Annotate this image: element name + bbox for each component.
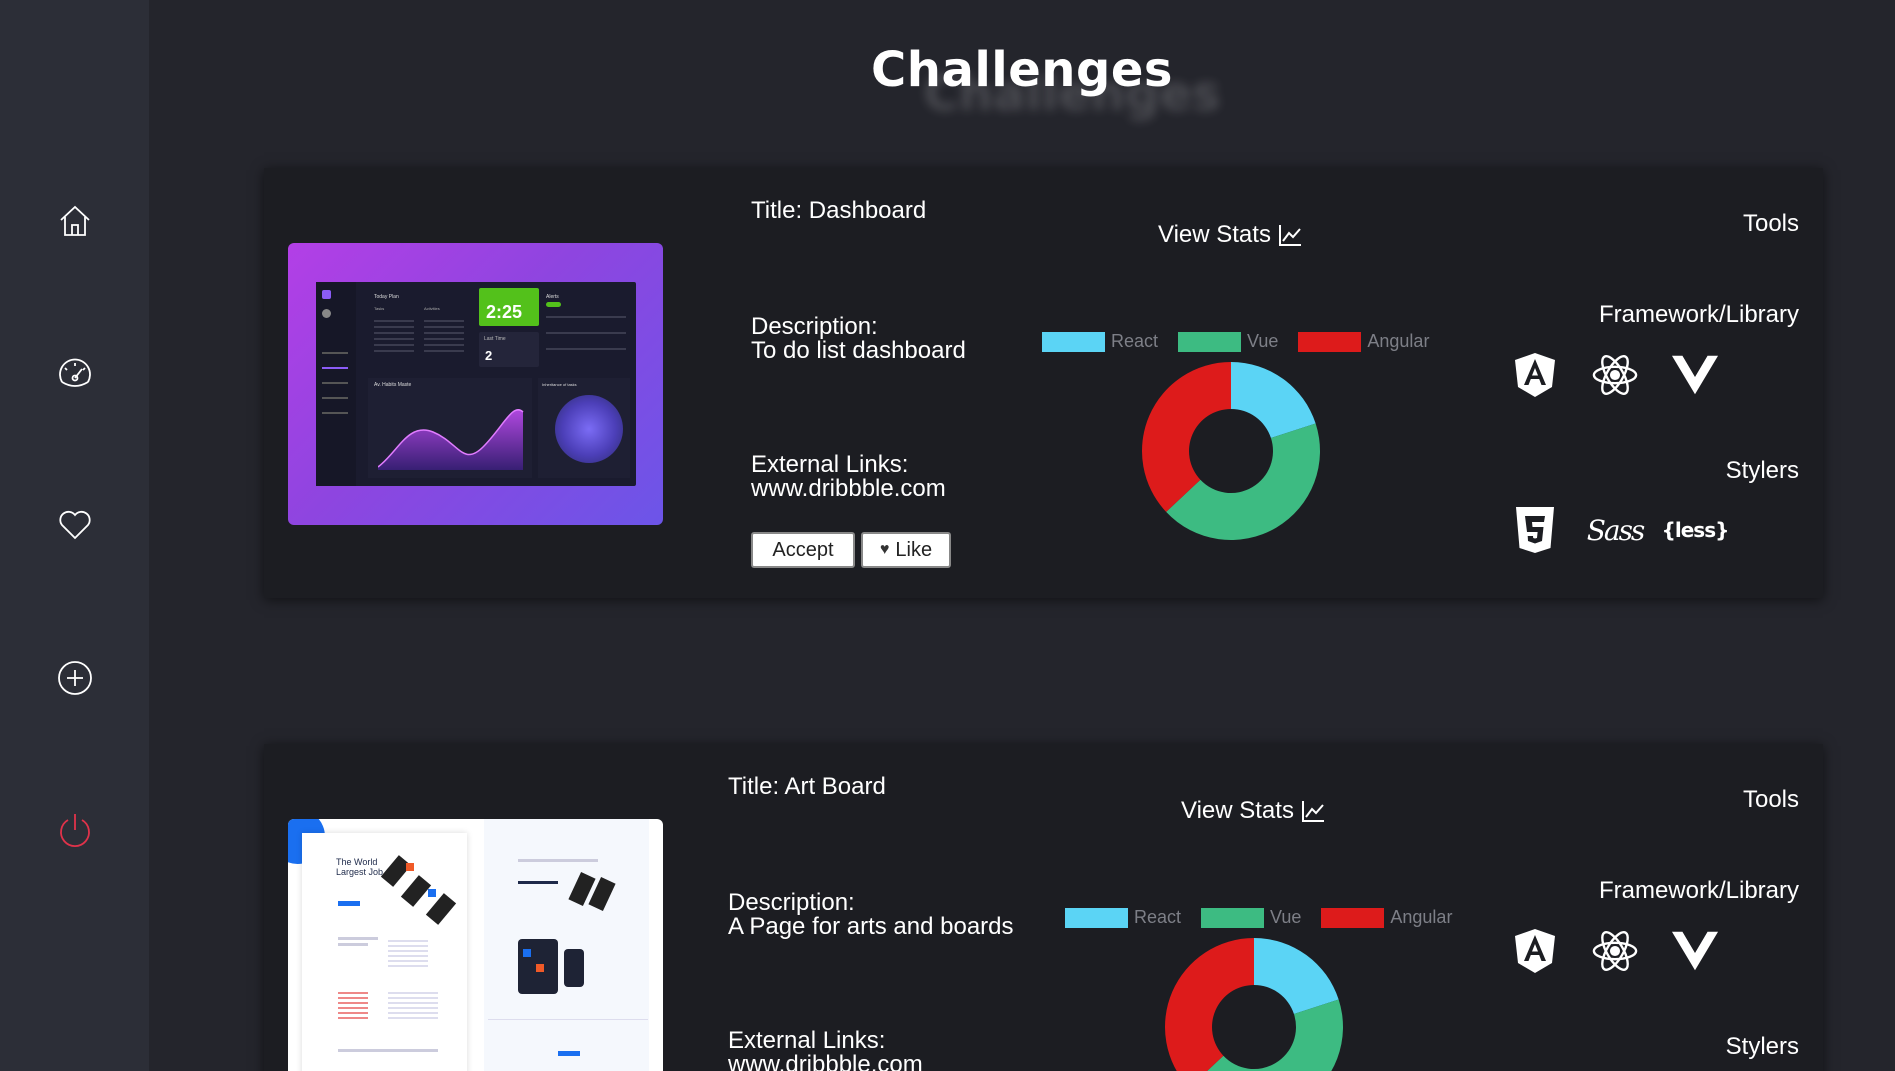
thumb-last-value: 2 xyxy=(485,348,493,363)
external-links-label: External Links: xyxy=(751,451,909,478)
description-label: Description: xyxy=(751,313,878,340)
less-icon: {less} xyxy=(1661,518,1730,542)
donut-chart xyxy=(1142,362,1320,540)
page-title: Challenges xyxy=(871,42,1173,98)
view-stats-label: View Stats xyxy=(1158,221,1271,248)
legend-swatch-vue xyxy=(1178,331,1242,352)
line-chart-icon xyxy=(1301,801,1324,822)
legend-label-angular: Angular xyxy=(1390,907,1453,927)
challenge-card: The World Largest Job App Title: Art Boa… xyxy=(264,744,1823,1071)
legend-swatch-angular xyxy=(1321,907,1385,928)
thumb-today-plan: Today Plan xyxy=(374,294,399,300)
legend-swatch-react xyxy=(1065,907,1128,928)
stylers-heading: Stylers xyxy=(1725,1033,1799,1060)
legend-label-vue: Vue xyxy=(1247,331,1279,351)
donut-slice-angular xyxy=(1142,362,1231,512)
card-title: Title: Art Board xyxy=(728,773,886,800)
framework-heading: Framework/Library xyxy=(1598,877,1799,904)
heart-icon[interactable] xyxy=(55,505,95,545)
thumb-timer: 2:25 xyxy=(486,302,523,322)
donut-chart xyxy=(1165,938,1343,1071)
sass-icon: Sass xyxy=(1586,513,1646,547)
legend-swatch-vue xyxy=(1201,907,1265,928)
description-text: To do list dashboard xyxy=(751,337,966,364)
like-button-label: Like xyxy=(895,538,933,561)
thumb-tasks: Tasks xyxy=(374,306,385,311)
angular-icon xyxy=(1511,927,1559,975)
legend-label-react: React xyxy=(1134,907,1182,927)
legend-label-react: React xyxy=(1111,331,1159,351)
description-label: Description: xyxy=(728,889,855,916)
framework-heading: Framework/Library xyxy=(1598,301,1799,328)
thumb-alerts: Alerts xyxy=(546,294,559,300)
accept-button[interactable]: Accept xyxy=(751,532,855,568)
vue-icon xyxy=(1671,351,1719,399)
thumb-chart-title: Av. Habits Maste xyxy=(374,382,412,388)
legend-swatch-angular xyxy=(1298,331,1362,352)
tools-heading: Tools xyxy=(1742,210,1799,237)
thumb-last-time: Last Time xyxy=(484,336,506,342)
card-title: Title: Dashboard xyxy=(751,197,927,224)
home-icon[interactable] xyxy=(55,201,95,241)
donut-slice-react xyxy=(1231,362,1316,439)
tools-heading: Tools xyxy=(1742,786,1799,813)
challenge-thumbnail[interactable]: Today Plan Tasks Activities 2:25 Last Ti… xyxy=(288,243,663,525)
thumb-side-title: Inheritance of tasks xyxy=(542,382,577,387)
donut-slice-react xyxy=(1254,938,1339,1015)
chart-legend: React Vue Angular xyxy=(1065,907,1472,928)
view-stats-label: View Stats xyxy=(1181,797,1294,824)
react-icon xyxy=(1591,927,1639,975)
stylers-heading: Stylers xyxy=(1725,457,1799,484)
dashboard-gauge-icon[interactable] xyxy=(55,354,95,394)
legend-swatch-react xyxy=(1042,331,1105,352)
external-links-label: External Links: xyxy=(728,1027,886,1054)
external-link[interactable]: www.dribbble.com xyxy=(728,1052,923,1071)
description-text: A Page for arts and boards xyxy=(728,913,1014,940)
donut-slice-angular xyxy=(1165,938,1254,1071)
accept-button-label: Accept xyxy=(772,538,834,561)
thumb-activities: Activities xyxy=(424,306,440,311)
heart-filled-icon: ♥ xyxy=(879,541,890,558)
sidebar xyxy=(0,0,149,1071)
main-content: Challenges Challenges Today Plan Tasks A… xyxy=(149,0,1895,1071)
vue-icon xyxy=(1671,927,1719,975)
view-stats-link[interactable]: View Stats xyxy=(1181,797,1326,825)
challenge-card: Today Plan Tasks Activities 2:25 Last Ti… xyxy=(264,168,1823,598)
line-chart-icon xyxy=(1278,225,1301,246)
external-link[interactable]: www.dribbble.com xyxy=(751,476,946,501)
react-icon xyxy=(1591,351,1639,399)
legend-label-vue: Vue xyxy=(1270,907,1302,927)
like-button[interactable]: ♥ Like xyxy=(861,532,951,568)
power-icon[interactable] xyxy=(55,810,95,850)
challenge-thumbnail[interactable]: The World Largest Job App xyxy=(288,819,663,1071)
chart-legend: React Vue Angular xyxy=(1042,331,1449,352)
view-stats-link[interactable]: View Stats xyxy=(1158,221,1303,249)
dashboard-preview: Today Plan Tasks Activities 2:25 Last Ti… xyxy=(316,282,636,486)
angular-icon xyxy=(1511,351,1559,399)
plus-circle-icon[interactable] xyxy=(55,658,95,698)
legend-label-angular: Angular xyxy=(1367,331,1430,351)
css3-icon xyxy=(1511,506,1559,554)
